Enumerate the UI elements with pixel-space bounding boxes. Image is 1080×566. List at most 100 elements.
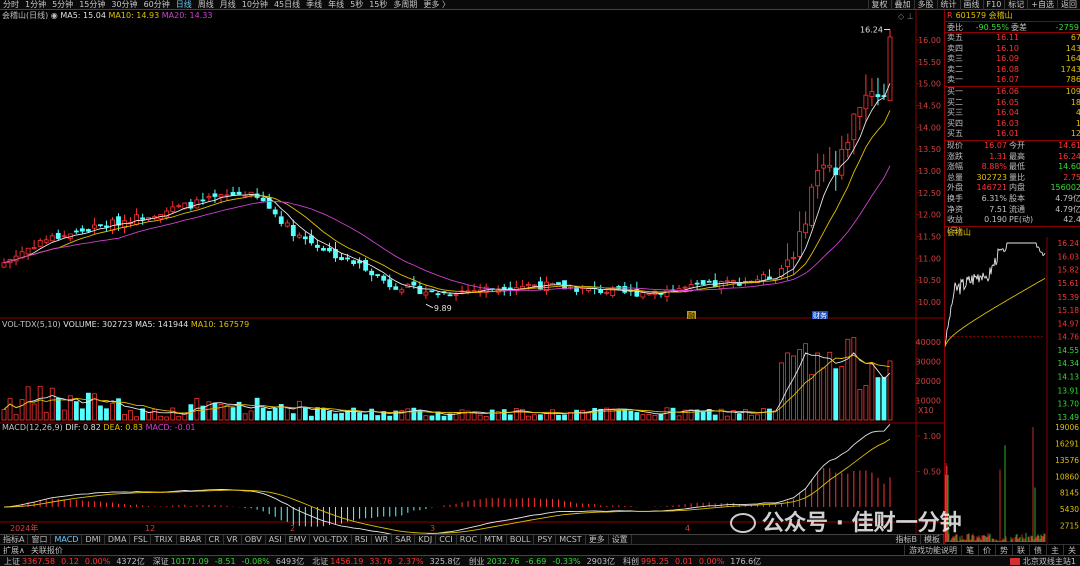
- period-tab[interactable]: 日线: [173, 0, 195, 10]
- indicator-tab[interactable]: CCI: [436, 534, 457, 545]
- candle-body: [315, 244, 320, 248]
- period-tab[interactable]: 月线: [217, 0, 239, 10]
- indicator-tab[interactable]: WR: [372, 534, 393, 545]
- indicator-tab[interactable]: KDJ: [415, 534, 437, 545]
- period-tab[interactable]: 60分钟: [141, 0, 173, 10]
- extension-button[interactable]: 势: [995, 544, 1012, 556]
- indicator-tab[interactable]: 更多: [586, 534, 609, 545]
- period-tab[interactable]: 15秒: [366, 0, 390, 10]
- server-status[interactable]: 北京双线主站1: [1006, 556, 1080, 566]
- indicator-tab[interactable]: BOLL: [507, 534, 535, 545]
- candle-body: [236, 191, 242, 195]
- volume-bar: [158, 415, 164, 421]
- indicator-tab[interactable]: 窗口: [28, 534, 52, 545]
- related-quote-button[interactable]: 关联报价: [28, 545, 66, 556]
- extension-button[interactable]: 价: [978, 544, 995, 556]
- volume-bar: [833, 368, 839, 421]
- ask-row[interactable]: 卖二 16.08 1743: [945, 65, 1080, 76]
- extension-button[interactable]: 关: [1063, 544, 1080, 556]
- ask-row[interactable]: 卖五 16.11 67: [945, 33, 1080, 44]
- period-tab[interactable]: 45日线: [271, 0, 303, 10]
- period-tab[interactable]: 5秒: [347, 0, 366, 10]
- indicator-tab[interactable]: FSL: [130, 534, 152, 545]
- ask-price: 16.08: [996, 64, 1019, 74]
- candle-body: [302, 236, 308, 240]
- toolbar-button[interactable]: +自选: [1027, 0, 1057, 10]
- bid-row[interactable]: 买二 16.05 18: [945, 98, 1080, 109]
- watermark-text: 公众号 · 佳财一分钟: [762, 511, 962, 536]
- volume-bar: [37, 385, 43, 421]
- period-tab[interactable]: 周线: [195, 0, 217, 10]
- period-tab[interactable]: 多周期: [390, 0, 420, 10]
- toolbar-button[interactable]: 复权: [867, 0, 891, 10]
- index-quote-cy[interactable]: 创业 2032.76 -6.69 -0.33% 2903亿: [465, 556, 619, 566]
- period-tab[interactable]: 5分钟: [49, 0, 76, 10]
- indicator-tab[interactable]: BRAR: [177, 534, 206, 545]
- extension-button[interactable]: 游戏功能说明: [904, 544, 961, 556]
- toolbar-button[interactable]: 统计: [936, 0, 960, 10]
- toolbar-button[interactable]: 叠加: [890, 0, 914, 10]
- period-tab[interactable]: 30分钟: [108, 0, 140, 10]
- volume-bar: [580, 410, 586, 421]
- bid-row[interactable]: 买一 16.06 109: [945, 87, 1080, 98]
- expand-button[interactable]: 扩展∧: [0, 545, 28, 556]
- period-tab[interactable]: 1分钟: [22, 0, 49, 10]
- ask-row[interactable]: 卖一 16.07 786: [945, 75, 1080, 86]
- volume-bar: [441, 415, 447, 421]
- indicator-tab[interactable]: VOL-TDX: [310, 534, 352, 545]
- toolbar-button[interactable]: 画线: [959, 0, 983, 10]
- index-quote-sz[interactable]: 深证 10171.09 -8.51 -0.08% 6493亿: [149, 556, 309, 566]
- extension-button[interactable]: 笔: [961, 544, 978, 556]
- indicator-tab[interactable]: TRIX: [151, 534, 177, 545]
- toolbar-button[interactable]: 标记: [1004, 0, 1027, 10]
- period-tab[interactable]: 10分钟: [239, 0, 271, 10]
- period-tab[interactable]: 分时: [0, 0, 22, 10]
- stat-label: 总量: [947, 172, 963, 182]
- index-quote-bz[interactable]: 北证 1456.19 33.76 2.37% 325.8亿: [308, 556, 464, 566]
- stat-value: 4.79亿: [1055, 193, 1080, 203]
- indicator-tab[interactable]: 设置: [609, 534, 632, 545]
- period-tab[interactable]: 更多 〉: [420, 0, 453, 10]
- indicator-tab[interactable]: SAR: [392, 534, 416, 545]
- toolbar-button[interactable]: 多股: [913, 0, 937, 10]
- indicator-tab[interactable]: DMA: [105, 534, 131, 545]
- candle-body: [724, 280, 730, 283]
- index-quote-sh[interactable]: 上证 3367.58 0.12 0.00% 4372亿: [0, 556, 149, 566]
- period-tab[interactable]: 年线: [325, 0, 347, 10]
- ask-row[interactable]: 卖四 16.10 143: [945, 44, 1080, 55]
- period-tab[interactable]: 季线: [303, 0, 325, 10]
- stat-value: 14.60: [1058, 162, 1080, 172]
- indicator-tab[interactable]: RSI: [352, 534, 372, 545]
- indicator-tab[interactable]: ROC: [457, 534, 482, 545]
- kline-chart[interactable]: 16.00 15.50 15.00 14.50 14.00 13.50 13.00 12.50…: [0, 10, 944, 534]
- intraday-mini-chart[interactable]: 16.24 16.03 15.82 15.61 15.39 15.18 14.97 14.76…: [944, 236, 1080, 554]
- mini-vol-tick: 5430: [1060, 505, 1079, 514]
- extension-button[interactable]: 联: [1012, 544, 1029, 556]
- indicator-tab[interactable]: 指标A: [0, 534, 29, 545]
- bid-row[interactable]: 买五 16.01 12: [945, 129, 1080, 140]
- index-quote-kc[interactable]: 科创 995.25 0.01 0.00% 176.6亿: [619, 556, 765, 566]
- indicator-tab[interactable]: ASI: [266, 534, 286, 545]
- indicator-tab[interactable]: PSY: [534, 534, 557, 545]
- period-tab[interactable]: 15分钟: [76, 0, 108, 10]
- bid-row[interactable]: 买三 16.04 4: [945, 108, 1080, 119]
- indicator-tab[interactable]: DMI: [82, 534, 105, 545]
- indicator-tab[interactable]: MCST: [556, 534, 586, 545]
- indicator-tab[interactable]: VR: [224, 534, 242, 545]
- indicator-tab[interactable]: EMV: [286, 534, 311, 545]
- indicator-tab[interactable]: CR: [206, 534, 224, 545]
- candles: [1, 29, 893, 303]
- extension-button[interactable]: 主: [1046, 544, 1063, 556]
- volume-bars: [1, 337, 893, 421]
- bid-row[interactable]: 买四 16.03 1: [945, 119, 1080, 130]
- indicator-tab[interactable]: OBV: [242, 534, 266, 545]
- candle-body: [471, 290, 477, 292]
- ask-row[interactable]: 卖三 16.09 164: [945, 54, 1080, 65]
- indicator-tab[interactable]: MACD: [51, 534, 83, 545]
- candle-body: [525, 284, 531, 287]
- extension-button[interactable]: 债: [1029, 544, 1046, 556]
- indicator-tab[interactable]: MTM: [481, 534, 507, 545]
- toolbar-button[interactable]: 返回: [1057, 0, 1080, 10]
- toolbar-button[interactable]: F10: [982, 0, 1005, 10]
- candle-body: [429, 290, 435, 293]
